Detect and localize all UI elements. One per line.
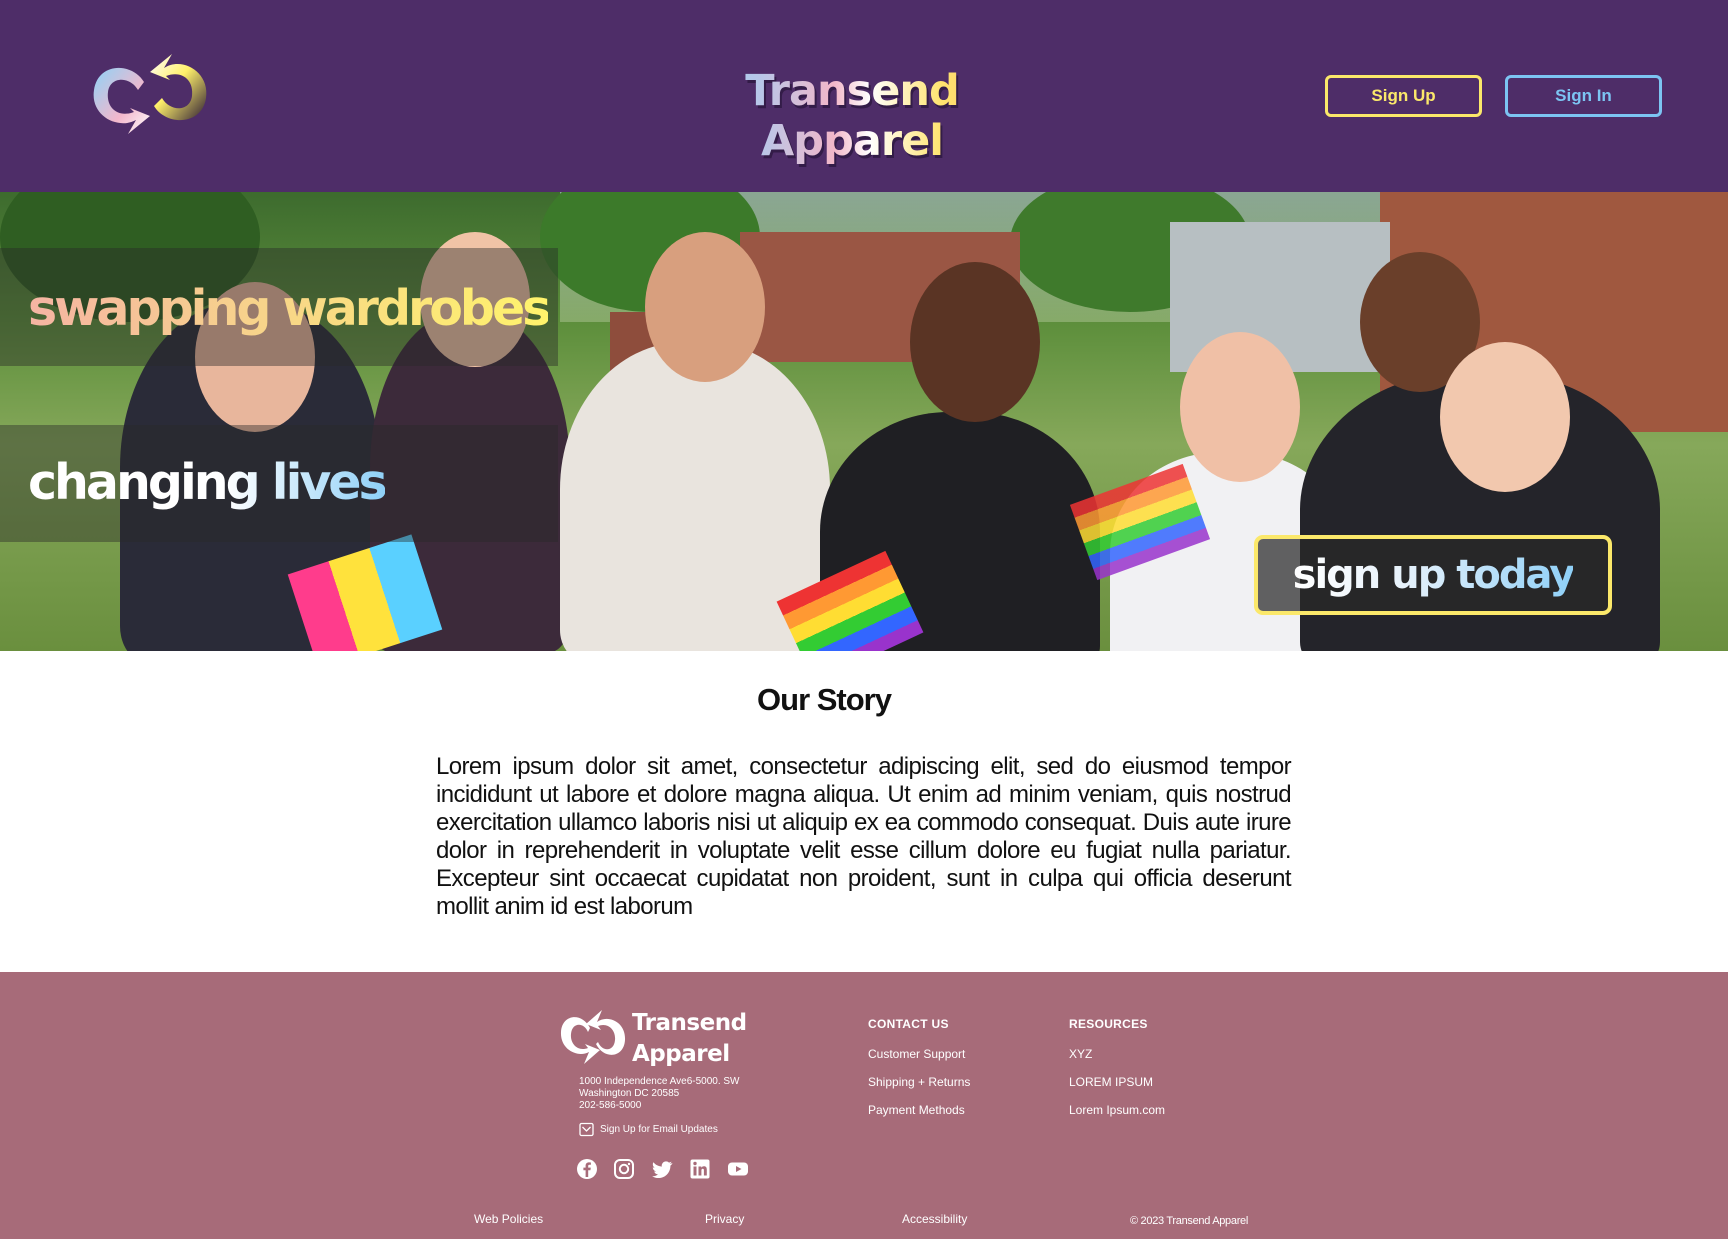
hero-banner: swapping wardrobes changing lives sign u… — [0, 192, 1728, 651]
shipping-returns-link[interactable]: Shipping + Returns — [868, 1075, 970, 1089]
phone-number: 202-586-5000 — [579, 1100, 642, 1111]
email-updates-link[interactable]: Sign Up for Email Updates — [579, 1122, 718, 1137]
our-story-heading: Our Story — [757, 682, 892, 717]
contact-heading: CONTACT US — [868, 1017, 949, 1031]
infinity-arrows-logo-icon[interactable] — [84, 50, 218, 138]
customer-support-link[interactable]: Customer Support — [868, 1047, 965, 1061]
our-story-text: Lorem ipsum dolor sit amet, consectetur … — [436, 753, 1292, 920]
address-line2: Washington DC 20585 — [579, 1088, 680, 1099]
hero-tagline-2: changing lives — [28, 454, 388, 511]
footer-brand: Transend Apparel — [632, 1008, 747, 1070]
twitter-icon[interactable] — [651, 1158, 673, 1180]
accessibility-link[interactable]: Accessibility — [902, 1212, 967, 1226]
footer-address: 1000 Independence Ave6-5000. SW Washingt… — [579, 1076, 740, 1112]
hero-tagline-1: swapping wardrobes — [28, 280, 551, 337]
footer-brand-line2: Apparel — [632, 1041, 730, 1067]
resource-link-lorem-ipsum-com[interactable]: Lorem Ipsum.com — [1069, 1103, 1165, 1117]
brand-title: Transend Apparel — [672, 66, 1032, 166]
sign-up-today-button[interactable]: sign up today — [1254, 535, 1612, 615]
site-header: Transend Apparel Sign Up Sign In — [0, 0, 1728, 192]
footer-brand-line1: Transend — [632, 1010, 747, 1036]
youtube-icon[interactable] — [727, 1158, 749, 1180]
resource-link-lorem-ipsum[interactable]: LOREM IPSUM — [1069, 1075, 1153, 1089]
copyright: © 2023 Transend Apparel — [1130, 1215, 1249, 1227]
sign-in-button[interactable]: Sign In — [1505, 75, 1662, 117]
cta-label: sign up today — [1292, 552, 1576, 598]
mail-icon — [579, 1122, 594, 1137]
address-line1: 1000 Independence Ave6-5000. SW — [579, 1076, 740, 1087]
payment-methods-link[interactable]: Payment Methods — [868, 1103, 965, 1117]
instagram-icon[interactable] — [613, 1158, 635, 1180]
facebook-icon[interactable] — [576, 1158, 598, 1180]
footer-logo-icon[interactable] — [558, 1006, 628, 1068]
sign-up-button[interactable]: Sign Up — [1325, 75, 1482, 117]
privacy-link[interactable]: Privacy — [705, 1212, 744, 1226]
resource-link-xyz[interactable]: XYZ — [1069, 1047, 1092, 1061]
linkedin-icon[interactable] — [689, 1158, 711, 1180]
resources-heading: RESOURCES — [1069, 1017, 1148, 1031]
web-policies-link[interactable]: Web Policies — [474, 1212, 543, 1226]
site-footer: Transend Apparel 1000 Independence Ave6-… — [0, 972, 1728, 1239]
email-updates-label: Sign Up for Email Updates — [600, 1124, 718, 1135]
